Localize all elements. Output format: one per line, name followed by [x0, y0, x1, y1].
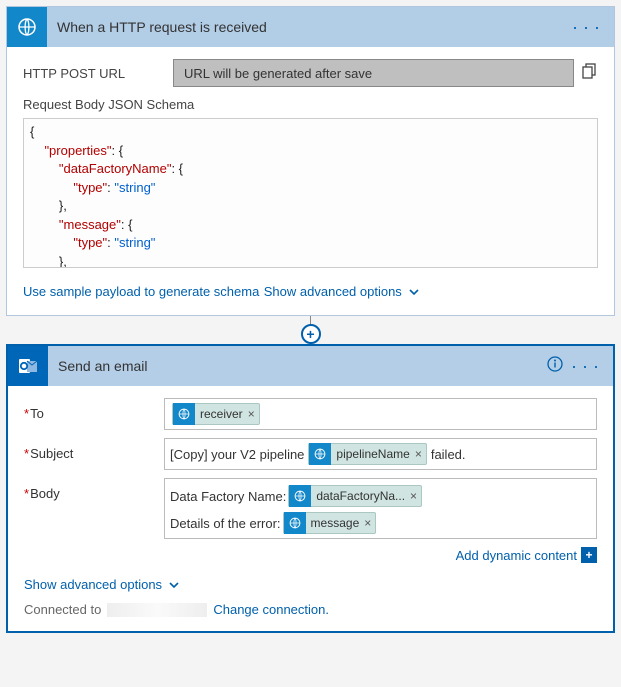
http-card-title: When a HTTP request is received: [47, 19, 568, 35]
http-card-menu[interactable]: · · ·: [568, 17, 604, 38]
to-field[interactable]: receiver ×: [164, 398, 597, 430]
email-card-info-icon[interactable]: [543, 356, 567, 377]
http-pill-icon: [289, 485, 311, 507]
email-action-card: Send an email · · · *To receiver × *Subj…: [6, 344, 615, 633]
connector: +: [6, 316, 615, 344]
outlook-icon: [8, 346, 48, 386]
body-field[interactable]: Data Factory Name: dataFactoryNa... × De…: [164, 478, 597, 539]
subject-text: [Copy] your V2 pipeline: [170, 447, 304, 462]
to-label: *To: [24, 398, 164, 421]
http-pill-icon: [284, 512, 306, 534]
email-card-title: Send an email: [48, 358, 543, 374]
body-text: Data Factory Name:: [170, 489, 286, 504]
body-text: Details of the error:: [170, 516, 281, 531]
http-card-header[interactable]: When a HTTP request is received · · ·: [7, 7, 614, 47]
add-dynamic-content-link[interactable]: Add dynamic content +: [456, 547, 597, 563]
subject-label: *Subject: [24, 438, 164, 461]
http-pill-icon: [309, 443, 331, 465]
pill-data-factory-name[interactable]: dataFactoryNa... ×: [288, 485, 422, 507]
pill-remove-icon[interactable]: ×: [364, 516, 371, 530]
subject-field[interactable]: [Copy] your V2 pipeline pipelineName × f…: [164, 438, 597, 470]
pill-remove-icon[interactable]: ×: [410, 489, 417, 503]
pill-message[interactable]: message ×: [283, 512, 377, 534]
email-card-header[interactable]: Send an email · · ·: [8, 346, 613, 386]
body-label: *Body: [24, 478, 164, 501]
http-advanced-link[interactable]: Show advanced options: [264, 284, 420, 299]
pill-receiver[interactable]: receiver ×: [172, 403, 260, 425]
sample-payload-link[interactable]: Use sample payload to generate schema: [23, 284, 259, 299]
add-step-button[interactable]: +: [301, 324, 321, 344]
subject-text: failed.: [431, 447, 466, 462]
http-trigger-card: When a HTTP request is received · · · HT…: [6, 6, 615, 316]
http-pill-icon: [173, 403, 195, 425]
chevron-down-icon: [408, 286, 420, 298]
connection-name-masked: [107, 603, 207, 617]
email-card-menu[interactable]: · · ·: [567, 356, 603, 377]
change-connection-link[interactable]: Change connection.: [213, 602, 329, 617]
schema-textarea[interactable]: { "properties": { "dataFactoryName": { "…: [23, 118, 598, 268]
http-advanced-label: Show advanced options: [264, 284, 402, 299]
schema-label: Request Body JSON Schema: [23, 97, 598, 112]
http-url-field[interactable]: URL will be generated after save: [173, 59, 574, 87]
plus-icon: +: [581, 547, 597, 563]
connected-to-label: Connected to: [24, 602, 101, 617]
chevron-down-icon: [168, 579, 180, 591]
email-advanced-label: Show advanced options: [24, 577, 162, 592]
pill-remove-icon[interactable]: ×: [248, 407, 255, 421]
email-advanced-link[interactable]: Show advanced options: [24, 577, 180, 592]
http-icon: [7, 7, 47, 47]
copy-url-icon[interactable]: [582, 63, 598, 84]
http-url-label: HTTP POST URL: [23, 66, 173, 81]
pill-remove-icon[interactable]: ×: [415, 447, 422, 461]
pill-pipeline-name[interactable]: pipelineName ×: [308, 443, 426, 465]
